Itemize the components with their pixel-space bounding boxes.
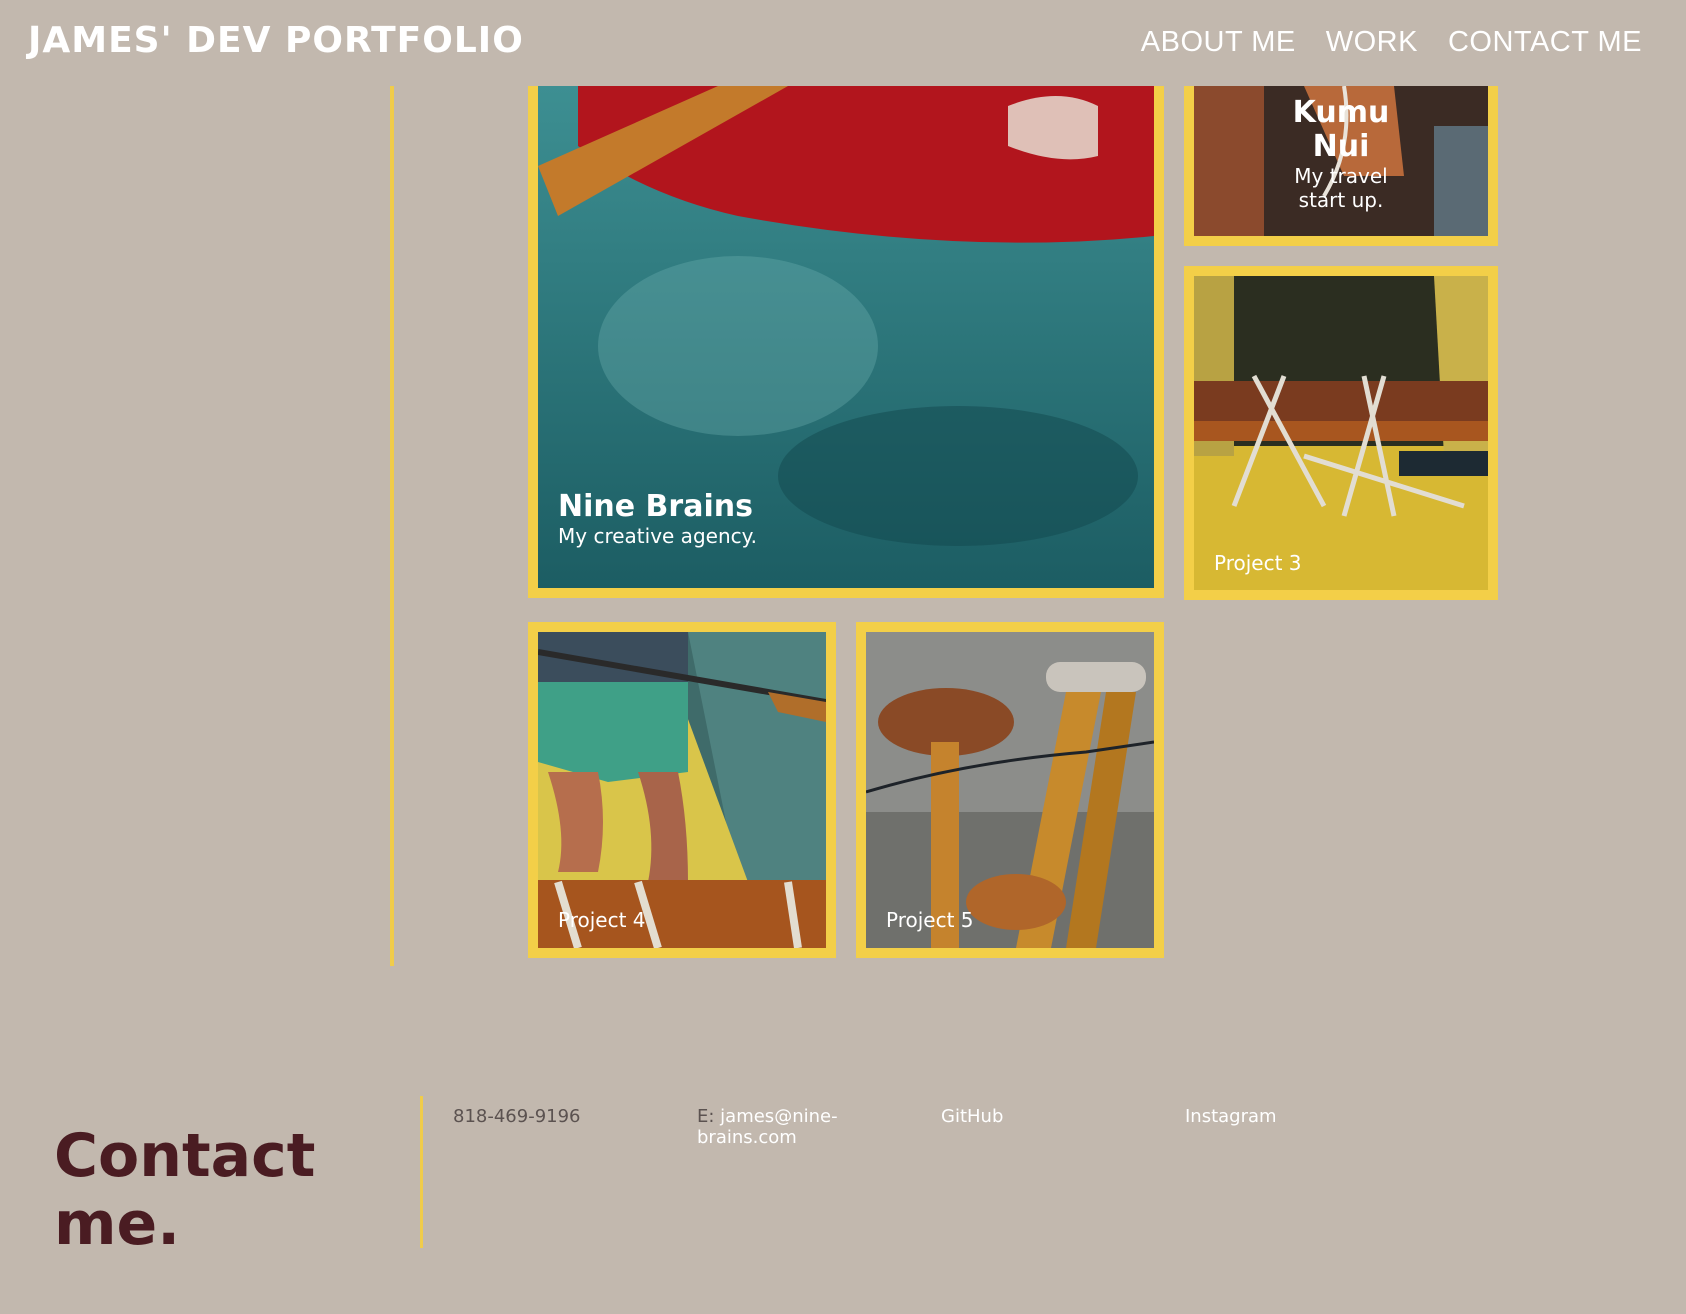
project-title: Project 5 bbox=[886, 908, 974, 932]
project-title: Kumu Nui bbox=[1292, 95, 1390, 164]
contact-heading: Contact me. bbox=[54, 1121, 316, 1259]
project-card-project-3[interactable]: Project 3 bbox=[1184, 266, 1498, 600]
project-card-kumu-nui[interactable]: Kumu Nui My travel start up. bbox=[1184, 76, 1498, 246]
email-address[interactable]: james@nine-brains.com bbox=[697, 1106, 838, 1148]
email-label: E: bbox=[697, 1106, 715, 1127]
project-card-project-4[interactable]: Project 4 bbox=[528, 622, 836, 958]
footer-divider bbox=[420, 1096, 423, 1248]
site-logo[interactable]: JAMES' DEV PORTFOLIO bbox=[28, 20, 524, 61]
github-link[interactable]: GitHub bbox=[941, 1106, 1141, 1127]
contact-phone[interactable]: 818-469-9196 bbox=[453, 1106, 653, 1127]
project-title: Nine Brains bbox=[558, 489, 753, 524]
project-image-bike-seat bbox=[866, 632, 1154, 948]
main-nav: ABOUT ME WORK CONTACT ME bbox=[1141, 26, 1642, 59]
project-title: Project 3 bbox=[1214, 551, 1302, 575]
project-subtitle: My creative agency. bbox=[558, 524, 757, 548]
nav-contact-me[interactable]: CONTACT ME bbox=[1448, 26, 1642, 59]
divider-line bbox=[390, 86, 394, 966]
project-subtitle: My travel start up. bbox=[1294, 164, 1388, 212]
project-card-nine-brains[interactable]: Nine Brains My creative agency. bbox=[528, 76, 1164, 598]
project-image-rope-lashing bbox=[1194, 276, 1488, 590]
project-title: Project 4 bbox=[558, 908, 646, 932]
contact-email[interactable]: E: james@nine-brains.com bbox=[697, 1106, 897, 1148]
project-image-paddler bbox=[538, 632, 826, 948]
nav-about-me[interactable]: ABOUT ME bbox=[1141, 26, 1296, 59]
nav-work[interactable]: WORK bbox=[1326, 26, 1418, 59]
site-header: JAMES' DEV PORTFOLIO ABOUT ME WORK CONTA… bbox=[0, 0, 1686, 86]
instagram-link[interactable]: Instagram bbox=[1185, 1106, 1385, 1127]
project-card-project-5[interactable]: Project 5 bbox=[856, 622, 1164, 958]
